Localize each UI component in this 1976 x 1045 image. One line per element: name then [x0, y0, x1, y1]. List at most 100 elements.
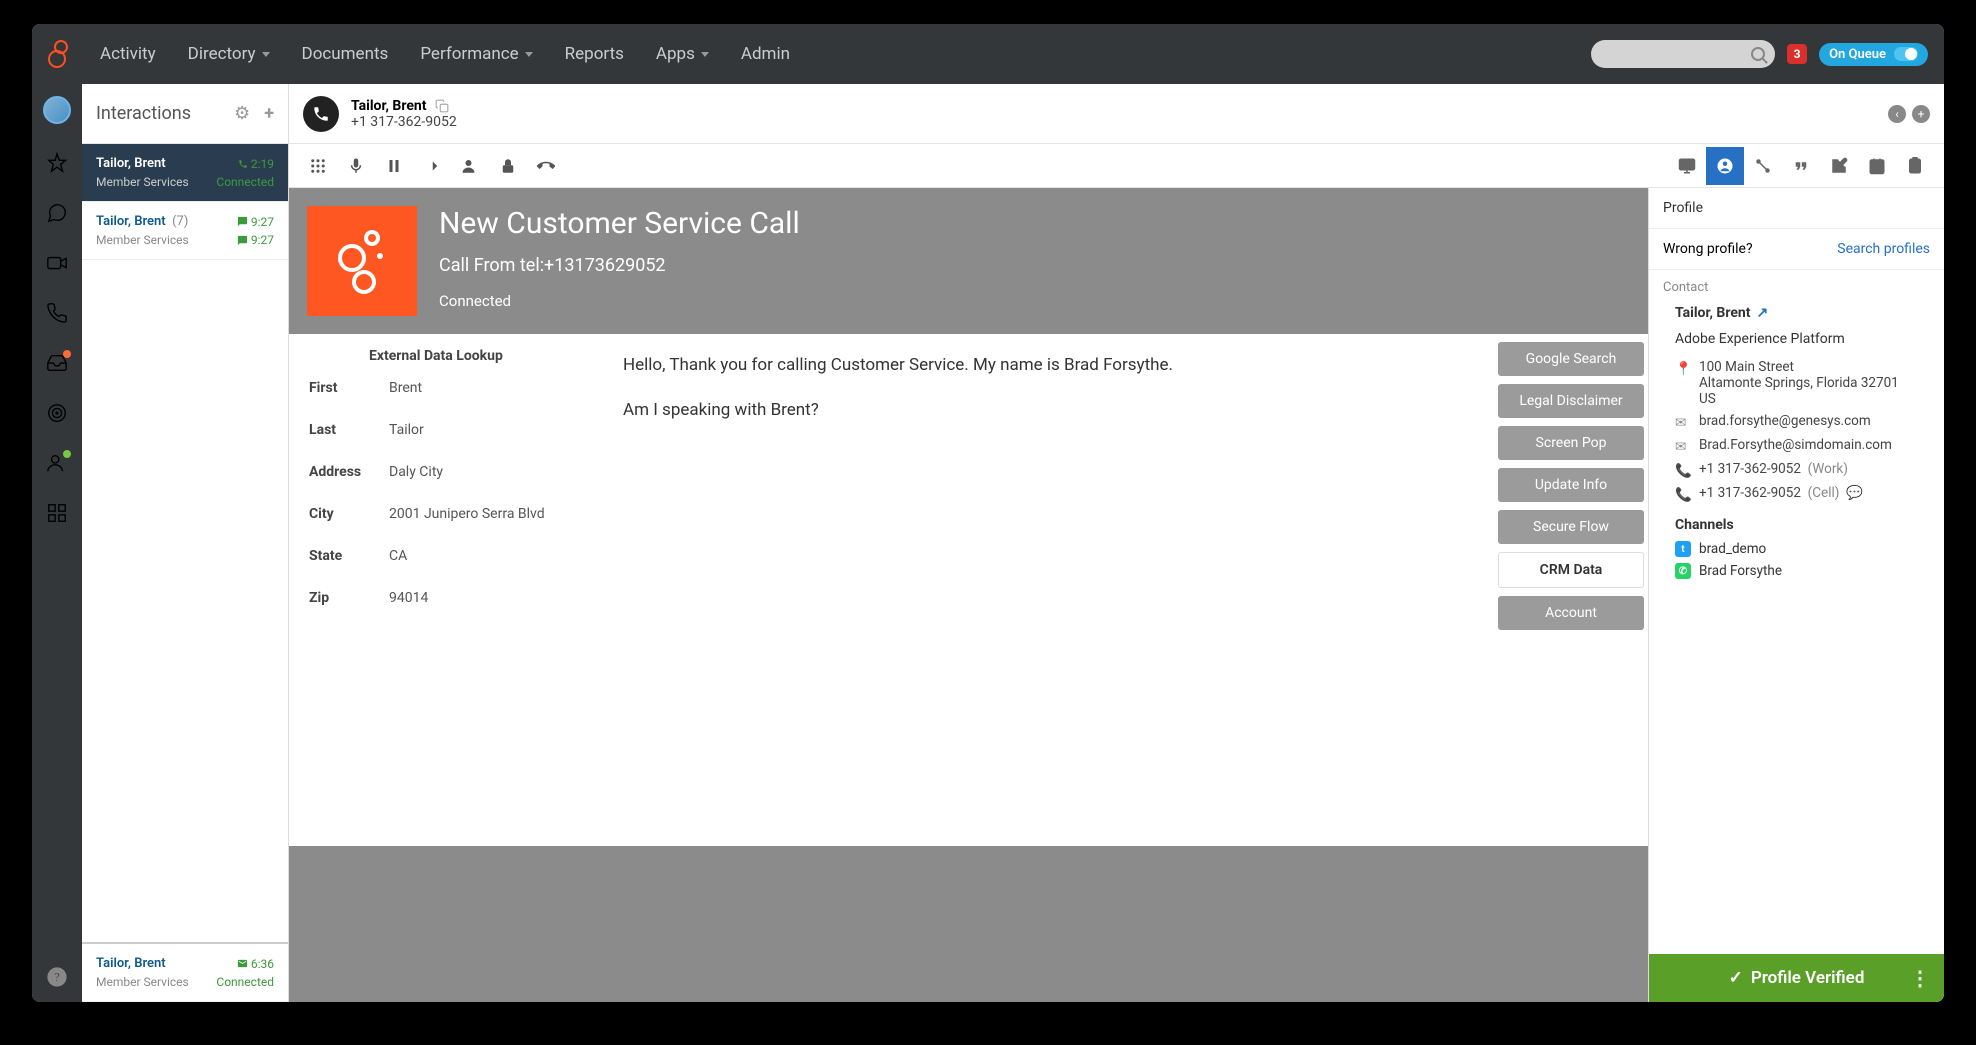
- action-button[interactable]: Secure Flow: [1498, 510, 1644, 544]
- profile-header: Profile: [1649, 188, 1944, 229]
- inbox-icon[interactable]: [46, 352, 68, 374]
- external-link-icon[interactable]: ↗: [1757, 305, 1769, 321]
- add-icon[interactable]: +: [264, 103, 274, 124]
- phone-row: 📞+1 317-362-9052 (Work): [1675, 461, 1930, 479]
- gear-icon[interactable]: ⚙: [234, 103, 250, 124]
- wrong-profile-text: Wrong profile?: [1663, 241, 1753, 257]
- video-icon[interactable]: [46, 252, 68, 274]
- mail-icon: ✉: [1675, 415, 1689, 431]
- apps-icon[interactable]: [46, 502, 68, 524]
- prev-button[interactable]: ‹: [1888, 105, 1906, 123]
- more-icon[interactable]: ⋮: [1910, 966, 1930, 990]
- email-row: ✉brad.forsythe@genesys.com: [1675, 413, 1930, 431]
- user-avatar[interactable]: [43, 96, 71, 124]
- wrong-profile-section: Wrong profile? Search profiles: [1649, 229, 1944, 270]
- action-button[interactable]: Account: [1498, 596, 1644, 630]
- profile-name-row: Tailor, Brent ↗: [1675, 305, 1930, 321]
- action-button[interactable]: Screen Pop: [1498, 426, 1644, 460]
- data-area: External Data Lookup FirstBrentLastTailo…: [289, 334, 1648, 846]
- topnav-item[interactable]: Directory: [188, 44, 270, 64]
- lookup-row: City2001 Junipero Serra Blvd: [309, 506, 595, 522]
- mail-icon: ✉: [1675, 439, 1689, 455]
- channel-row: tbrad_demo: [1675, 541, 1930, 557]
- channel-row: ✆Brad Forsythe: [1675, 563, 1930, 579]
- target-icon[interactable]: [46, 402, 68, 424]
- topnav-item[interactable]: Performance: [420, 44, 532, 64]
- profile-panel: Profile Wrong profile? Search profiles C…: [1648, 188, 1944, 1002]
- lookup-title: External Data Lookup: [369, 348, 595, 364]
- svg-text:?: ?: [54, 971, 60, 986]
- interaction-queue: Member Services: [96, 975, 189, 989]
- interaction-status: Connected: [216, 975, 274, 989]
- mute-icon[interactable]: [337, 147, 375, 185]
- copy-icon[interactable]: [435, 99, 449, 113]
- action-button[interactable]: Update Info: [1498, 468, 1644, 502]
- interactions-panel: Interactions ⚙ + Tailor, Brent 2:19Membe…: [82, 84, 289, 1002]
- chevron-down-icon: [262, 52, 270, 57]
- call-banner: New Customer Service Call Call From tel:…: [289, 188, 1648, 334]
- sms-icon[interactable]: 💬: [1846, 485, 1863, 501]
- profile-tab[interactable]: [1706, 147, 1744, 185]
- schedule-tab[interactable]: [1858, 147, 1896, 185]
- transfer-icon[interactable]: [413, 147, 451, 185]
- script-line: Am I speaking with Brent?: [623, 397, 1480, 424]
- add-person-icon[interactable]: [451, 147, 489, 185]
- phone-icon: 📞: [1675, 487, 1689, 503]
- profile-details: Tailor, Brent ↗ Adobe Experience Platfor…: [1649, 301, 1944, 599]
- topnav-item[interactable]: Apps: [656, 44, 709, 64]
- genesys-logo-icon[interactable]: [48, 42, 72, 66]
- dialpad-icon[interactable]: [299, 147, 337, 185]
- hangup-icon[interactable]: [527, 147, 565, 185]
- chat-icon[interactable]: [46, 202, 68, 224]
- banner-text: New Customer Service Call Call From tel:…: [439, 206, 800, 310]
- topnav-item[interactable]: Reports: [565, 44, 624, 64]
- content-area: Tailor, Brent +1 317-362-9052 ‹ +: [289, 84, 1944, 1002]
- left-rail: ?: [32, 84, 82, 1002]
- lookup-row: LastTailor: [309, 422, 595, 438]
- toggle-switch-icon[interactable]: [1894, 47, 1918, 61]
- interaction-item[interactable]: Tailor, Brent (7) 9:27Member Services 9:…: [82, 202, 288, 260]
- topbar: Activity Directory Documents Performance Rep…: [32, 24, 1944, 84]
- lookup-row: AddressDaly City: [309, 464, 595, 480]
- email-row: ✉Brad.Forsythe@simdomain.com: [1675, 437, 1930, 455]
- interactions-title: Interactions: [96, 103, 191, 124]
- notes-tab[interactable]: [1820, 147, 1858, 185]
- action-button[interactable]: Legal Disclaimer: [1498, 384, 1644, 418]
- script-line: Hello, Thank you for calling Customer Se…: [623, 352, 1480, 379]
- topnav-item[interactable]: Documents: [302, 44, 389, 64]
- contact-bar: Tailor, Brent +1 317-362-9052 ‹ +: [289, 84, 1944, 144]
- script-column: Hello, Thank you for calling Customer Se…: [609, 334, 1494, 846]
- lookup-row: Zip94014: [309, 590, 595, 606]
- phone-icon[interactable]: [46, 302, 68, 324]
- search-profiles-link[interactable]: Search profiles: [1837, 241, 1930, 257]
- center-column: New Customer Service Call Call From tel:…: [289, 188, 1648, 1002]
- profile-name: Tailor, Brent: [1675, 305, 1751, 321]
- queue-label: On Queue: [1829, 47, 1886, 62]
- channels-label: Channels: [1675, 517, 1930, 533]
- search-input[interactable]: [1591, 40, 1775, 68]
- help-icon[interactable]: ?: [46, 966, 68, 988]
- action-button[interactable]: Google Search: [1498, 342, 1644, 376]
- journey-tab[interactable]: [1744, 147, 1782, 185]
- actions-column: Google Search Legal Disclaimer Screen Pop U…: [1494, 334, 1648, 846]
- content-body: New Customer Service Call Call From tel:…: [289, 188, 1944, 1002]
- clipboard-tab[interactable]: [1896, 147, 1934, 185]
- agent-icon[interactable]: [46, 452, 68, 474]
- hold-icon[interactable]: [375, 147, 413, 185]
- topnav-item[interactable]: Activity: [100, 44, 156, 64]
- interaction-item-detached[interactable]: Tailor, Brent 6:36 Member Services Conne…: [82, 944, 288, 1002]
- secure-icon[interactable]: [489, 147, 527, 185]
- add-button[interactable]: +: [1912, 105, 1930, 123]
- banner-title: New Customer Service Call: [439, 206, 800, 241]
- interaction-item[interactable]: Tailor, Brent 2:19Member ServicesConnect…: [82, 144, 288, 202]
- topnav-item[interactable]: Admin: [741, 44, 790, 64]
- action-button[interactable]: CRM Data: [1498, 552, 1644, 588]
- quote-tab[interactable]: [1782, 147, 1820, 185]
- interaction-name: Tailor, Brent: [96, 956, 166, 971]
- screen-tab[interactable]: [1668, 147, 1706, 185]
- star-icon[interactable]: [46, 152, 68, 174]
- notification-badge[interactable]: 3: [1787, 44, 1807, 64]
- top-navigation: Activity Directory Documents Performance Rep…: [100, 44, 790, 64]
- data-lookup: External Data Lookup FirstBrentLastTailo…: [289, 334, 609, 846]
- queue-toggle[interactable]: On Queue: [1819, 43, 1928, 66]
